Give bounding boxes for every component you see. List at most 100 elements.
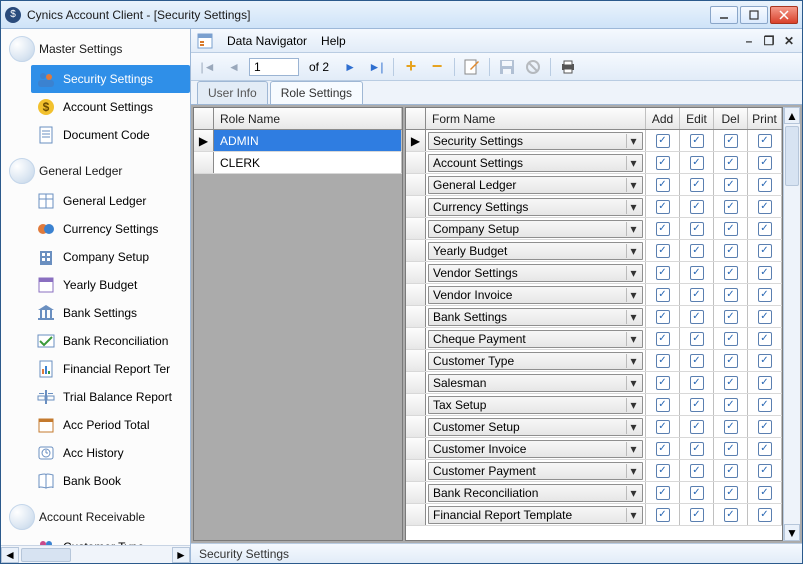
checkbox[interactable]: ✓ [758, 398, 772, 412]
chevron-down-icon[interactable]: ▾ [626, 222, 640, 236]
checkbox[interactable]: ✓ [656, 244, 670, 258]
role-row[interactable]: ▶ADMIN [194, 130, 402, 152]
checkbox[interactable]: ✓ [724, 508, 738, 522]
tab-user-info[interactable]: User Info [197, 81, 268, 104]
mdi-close-button[interactable]: ✕ [782, 34, 796, 48]
form-name-cell[interactable]: Bank Reconciliation▾ [426, 482, 646, 503]
perm-add-cell[interactable]: ✓ [646, 218, 680, 239]
checkbox[interactable]: ✓ [690, 134, 704, 148]
perm-print-cell[interactable]: ✓ [748, 196, 782, 217]
nav-item[interactable]: Trial Balance Report [5, 383, 190, 411]
perm-header-add[interactable]: Add [646, 108, 680, 129]
scroll-thumb[interactable] [21, 548, 71, 562]
checkbox[interactable]: ✓ [690, 464, 704, 478]
chevron-down-icon[interactable]: ▾ [626, 354, 640, 368]
chevron-down-icon[interactable]: ▾ [626, 376, 640, 390]
checkbox[interactable]: ✓ [724, 376, 738, 390]
checkbox[interactable]: ✓ [724, 464, 738, 478]
form-name-combo[interactable]: Currency Settings▾ [428, 198, 643, 216]
permissions-v-scrollbar[interactable]: ▲ ▼ [783, 107, 800, 541]
nav-item[interactable]: Document Code [5, 121, 190, 149]
checkbox[interactable]: ✓ [690, 508, 704, 522]
checkbox[interactable]: ✓ [656, 464, 670, 478]
checkbox[interactable]: ✓ [690, 332, 704, 346]
perm-add-cell[interactable]: ✓ [646, 460, 680, 481]
checkbox[interactable]: ✓ [690, 156, 704, 170]
checkbox[interactable]: ✓ [656, 442, 670, 456]
checkbox[interactable]: ✓ [656, 288, 670, 302]
perm-add-cell[interactable]: ✓ [646, 504, 680, 525]
checkbox[interactable]: ✓ [724, 332, 738, 346]
checkbox[interactable]: ✓ [690, 310, 704, 324]
nav-item[interactable]: Customer Type [5, 533, 190, 545]
checkbox[interactable]: ✓ [724, 310, 738, 324]
perm-add-cell[interactable]: ✓ [646, 350, 680, 371]
perm-print-cell[interactable]: ✓ [748, 438, 782, 459]
tab-role-settings[interactable]: Role Settings [270, 81, 363, 104]
checkbox[interactable]: ✓ [656, 508, 670, 522]
nav-item[interactable]: Yearly Budget [5, 271, 190, 299]
checkbox[interactable]: ✓ [758, 266, 772, 280]
form-name-cell[interactable]: Vendor Invoice▾ [426, 284, 646, 305]
chevron-down-icon[interactable]: ▾ [626, 178, 640, 192]
perm-add-cell[interactable]: ✓ [646, 240, 680, 261]
form-name-combo[interactable]: Yearly Budget▾ [428, 242, 643, 260]
checkbox[interactable]: ✓ [724, 134, 738, 148]
perm-del-cell[interactable]: ✓ [714, 130, 748, 151]
checkbox[interactable]: ✓ [656, 310, 670, 324]
scroll-left-icon[interactable]: ◄ [1, 547, 19, 563]
checkbox[interactable]: ✓ [724, 244, 738, 258]
perm-edit-cell[interactable]: ✓ [680, 328, 714, 349]
nav-group-header[interactable]: Account Receivable [5, 501, 190, 533]
checkbox[interactable]: ✓ [690, 486, 704, 500]
form-name-cell[interactable]: Tax Setup▾ [426, 394, 646, 415]
perm-print-cell[interactable]: ✓ [748, 350, 782, 371]
last-record-button[interactable]: ►| [365, 56, 387, 78]
scroll-right-icon[interactable]: ► [172, 547, 190, 563]
scroll-down-icon[interactable]: ▼ [784, 524, 800, 541]
checkbox[interactable]: ✓ [724, 420, 738, 434]
form-name-combo[interactable]: Vendor Invoice▾ [428, 286, 643, 304]
perm-edit-cell[interactable]: ✓ [680, 152, 714, 173]
checkbox[interactable]: ✓ [690, 288, 704, 302]
perm-edit-cell[interactable]: ✓ [680, 218, 714, 239]
chevron-down-icon[interactable]: ▾ [626, 332, 640, 346]
form-name-cell[interactable]: Customer Setup▾ [426, 416, 646, 437]
perm-add-cell[interactable]: ✓ [646, 284, 680, 305]
form-name-cell[interactable]: Financial Report Template▾ [426, 504, 646, 525]
form-name-cell[interactable]: Salesman▾ [426, 372, 646, 393]
checkbox[interactable]: ✓ [758, 200, 772, 214]
mdi-restore-button[interactable]: ❐ [762, 34, 776, 48]
nav-group-header[interactable]: General Ledger [5, 155, 190, 187]
perm-add-cell[interactable]: ✓ [646, 438, 680, 459]
perm-edit-cell[interactable]: ✓ [680, 130, 714, 151]
checkbox[interactable]: ✓ [656, 222, 670, 236]
checkbox[interactable]: ✓ [724, 354, 738, 368]
chevron-down-icon[interactable]: ▾ [626, 398, 640, 412]
perm-header-edit[interactable]: Edit [680, 108, 714, 129]
perm-header-print[interactable]: Print [748, 108, 782, 129]
perm-del-cell[interactable]: ✓ [714, 196, 748, 217]
nav-item[interactable]: Bank Book [5, 467, 190, 495]
nav-item[interactable]: $Account Settings [5, 93, 190, 121]
perm-edit-cell[interactable]: ✓ [680, 372, 714, 393]
perm-print-cell[interactable]: ✓ [748, 284, 782, 305]
perm-del-cell[interactable]: ✓ [714, 152, 748, 173]
checkbox[interactable]: ✓ [724, 156, 738, 170]
nav-item[interactable]: Acc History [5, 439, 190, 467]
form-name-combo[interactable]: Security Settings▾ [428, 132, 643, 150]
perm-add-cell[interactable]: ✓ [646, 394, 680, 415]
form-name-cell[interactable]: Customer Payment▾ [426, 460, 646, 481]
checkbox[interactable]: ✓ [656, 332, 670, 346]
checkbox[interactable]: ✓ [758, 508, 772, 522]
perm-print-cell[interactable]: ✓ [748, 306, 782, 327]
form-name-combo[interactable]: Bank Reconciliation▾ [428, 484, 643, 502]
form-name-combo[interactable]: General Ledger▾ [428, 176, 643, 194]
checkbox[interactable]: ✓ [758, 486, 772, 500]
checkbox[interactable]: ✓ [724, 398, 738, 412]
perm-edit-cell[interactable]: ✓ [680, 174, 714, 195]
checkbox[interactable]: ✓ [758, 156, 772, 170]
perm-del-cell[interactable]: ✓ [714, 328, 748, 349]
chevron-down-icon[interactable]: ▾ [626, 464, 640, 478]
perm-print-cell[interactable]: ✓ [748, 460, 782, 481]
